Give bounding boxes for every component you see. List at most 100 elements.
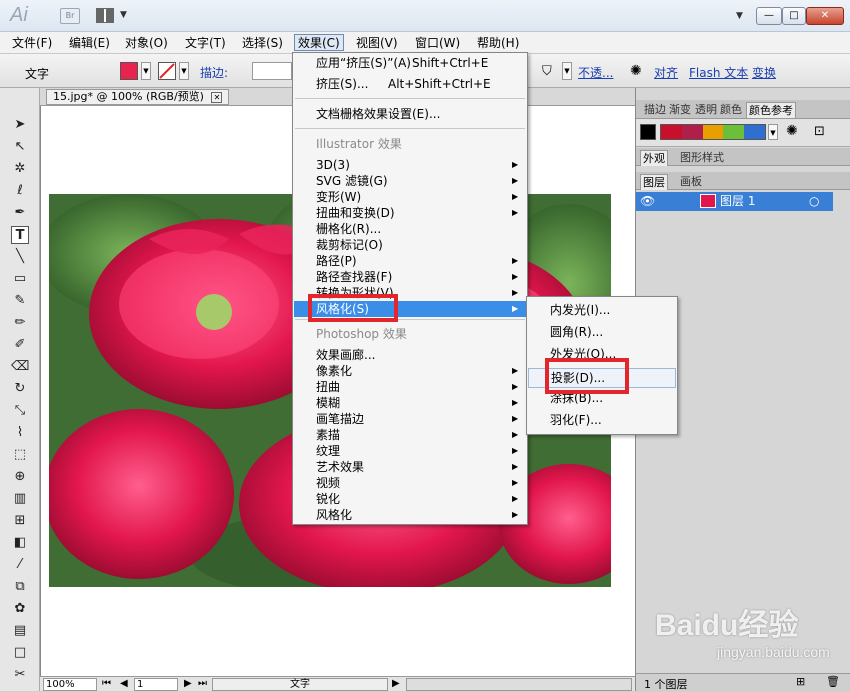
prev-page-icon[interactable]: ◀ [120, 678, 128, 689]
scale-tool-icon[interactable]: ⤡ [11, 402, 29, 420]
bridge-icon[interactable]: Br [60, 8, 80, 24]
page-field[interactable]: 1 [134, 678, 178, 691]
blend-tool-icon[interactable]: ⧉ [11, 578, 29, 596]
menu-photoshop-effect-7[interactable]: 艺术效果 ▶ [294, 459, 526, 475]
stroke-none-swatch[interactable] [158, 62, 176, 80]
close-icon[interactable]: ✕ [211, 92, 223, 103]
menu-edit[interactable]: 编辑(E) [66, 35, 113, 52]
menu-view[interactable]: 视图(V) [353, 35, 401, 52]
pen-tool-icon[interactable]: ✒ [11, 204, 29, 222]
zoom-field[interactable]: 100% [43, 678, 97, 691]
submenu-stylize-0[interactable]: 内发光(I)... [528, 302, 676, 318]
menu-illustrator-effect-0[interactable]: 3D(3) ▶ [294, 157, 526, 173]
tab-layers[interactable]: 图层 [640, 174, 668, 190]
stroke-weight-field[interactable] [252, 62, 292, 80]
menu-help[interactable]: 帮助(H) [474, 35, 522, 52]
menu-illustrator-effect-4[interactable]: 栅格化(R)... [294, 221, 526, 237]
color-guide-swatch[interactable] [681, 125, 703, 139]
horizontal-scrollbar[interactable] [406, 678, 632, 691]
color-guide-swatch[interactable] [702, 125, 724, 139]
color-guide-swatch[interactable] [661, 125, 682, 139]
menu-illustrator-effect-3[interactable]: 扭曲和变换(D) ▶ [294, 205, 526, 221]
tab-transparency[interactable]: 透明 [693, 102, 719, 118]
delete-layer-icon[interactable]: 🗑 [826, 675, 840, 688]
next-page-icon[interactable]: ▶ [184, 678, 192, 689]
menu-photoshop-effect-2[interactable]: 扭曲 ▶ [294, 379, 526, 395]
lasso-tool-icon[interactable]: ℓ [11, 182, 29, 200]
chevron-down-icon[interactable]: ▼ [120, 10, 127, 20]
tab-gradient[interactable]: 渐变 [667, 102, 693, 118]
layer-target-icon[interactable]: ○ [809, 192, 819, 210]
paintbrush-tool-icon[interactable]: ✎ [11, 292, 29, 310]
selection-tool-icon[interactable]: ➤ [11, 116, 29, 134]
recolor-artwork-icon[interactable]: ✺ [786, 123, 798, 139]
shape-builder-tool-icon[interactable]: ⊕ [11, 468, 29, 486]
last-page-icon[interactable]: ⏭ [198, 678, 207, 689]
base-color-swatch[interactable] [640, 124, 656, 140]
eraser-tool-icon[interactable]: ⌫ [11, 358, 29, 376]
color-guide-swatch[interactable] [723, 125, 745, 139]
chevron-down-icon[interactable]: ▼ [736, 11, 743, 21]
flash-text-link[interactable]: Flash 文本 [689, 64, 748, 81]
menu-window[interactable]: 窗口(W) [412, 35, 463, 52]
close-button[interactable]: ✕ [806, 7, 844, 25]
menu-photoshop-effect-0[interactable]: 效果画廊... [294, 347, 526, 363]
menu-illustrator-effect-6[interactable]: 路径(P) ▶ [294, 253, 526, 269]
menu-photoshop-effect-1[interactable]: 像素化 ▶ [294, 363, 526, 379]
recolor-icon[interactable]: ✺ [630, 63, 642, 79]
rotate-tool-icon[interactable]: ↻ [11, 380, 29, 398]
status-menu-icon[interactable]: ▶ [392, 678, 400, 689]
layer-name[interactable]: 图层 1 [720, 192, 755, 210]
align-link[interactable]: 对齐 [654, 64, 678, 81]
artboard-tool-icon[interactable]: □ [11, 644, 29, 662]
menu-illustrator-effect-1[interactable]: SVG 滤镜(G) ▶ [294, 173, 526, 189]
menu-apply-last-effect[interactable]: 应用“挤压(S)”(A) Shift+Ctrl+E [294, 55, 526, 71]
menu-photoshop-effect-9[interactable]: 锐化 ▶ [294, 491, 526, 507]
menu-last-effect[interactable]: 挤压(S)... Alt+Shift+Ctrl+E [294, 76, 526, 92]
tab-stroke[interactable]: 描边 [642, 102, 668, 118]
pencil-tool-icon[interactable]: ✏ [11, 314, 29, 332]
save-swatches-icon[interactable]: ⊡ [814, 124, 825, 139]
menu-photoshop-effect-5[interactable]: 素描 ▶ [294, 427, 526, 443]
blob-brush-tool-icon[interactable]: ✐ [11, 336, 29, 354]
tab-graphic-styles[interactable]: 图形样式 [678, 150, 726, 166]
tab-color[interactable]: 颜色 [718, 102, 744, 118]
type-tool-icon[interactable]: T [11, 226, 29, 244]
document-tab[interactable]: 15.jpg* @ 100% (RGB/预览) ✕ [46, 89, 230, 105]
layer-row[interactable]: 👁 图层 1 ○ [636, 192, 833, 211]
eye-icon[interactable]: 👁 [640, 192, 655, 210]
stroke-label[interactable]: 描边: [200, 64, 228, 81]
menu-illustrator-effect-2[interactable]: 变形(W) ▶ [294, 189, 526, 205]
menu-effect[interactable]: 效果(C) [294, 34, 344, 51]
tab-color-guide[interactable]: 颜色参考 [746, 102, 796, 118]
symbol-sprayer-tool-icon[interactable]: ✿ [11, 600, 29, 618]
stroke-dropdown[interactable]: ▼ [179, 62, 189, 80]
new-layer-icon[interactable]: ⊞ [796, 675, 805, 688]
fill-color-swatch[interactable] [120, 62, 138, 80]
graph-tool-icon[interactable]: ▥ [11, 490, 29, 508]
arrange-documents-icon[interactable] [96, 8, 114, 23]
magic-wand-tool-icon[interactable]: ✲ [11, 160, 29, 178]
fill-dropdown[interactable]: ▼ [141, 62, 151, 80]
transform-link[interactable]: 变换 [752, 64, 776, 81]
tab-appearance[interactable]: 外观 [640, 150, 668, 166]
menu-type[interactable]: 文字(T) [182, 35, 229, 52]
color-guide-swatch[interactable] [744, 125, 765, 139]
menu-file[interactable]: 文件(F) [9, 35, 55, 52]
maximize-button[interactable]: □ [782, 7, 806, 25]
menu-illustrator-effect-7[interactable]: 路径查找器(F) ▶ [294, 269, 526, 285]
tab-artboards[interactable]: 画板 [678, 174, 704, 190]
mesh-tool-icon[interactable]: ⊞ [11, 512, 29, 530]
eyedropper-tool-icon[interactable]: ⁄ [11, 556, 29, 574]
opacity-link[interactable]: 不透... [578, 64, 613, 81]
status-mode-field[interactable]: 文字 [212, 678, 388, 691]
line-tool-icon[interactable]: ╲ [11, 248, 29, 266]
menu-illustrator-effect-5[interactable]: 裁剪标记(O) [294, 237, 526, 253]
menu-photoshop-effect-4[interactable]: 画笔描边 ▶ [294, 411, 526, 427]
free-transform-tool-icon[interactable]: ⬚ [11, 446, 29, 464]
harmony-dropdown[interactable]: ▼ [768, 124, 778, 140]
warp-tool-icon[interactable]: ⌇ [11, 424, 29, 442]
menu-photoshop-effect-6[interactable]: 纹理 ▶ [294, 443, 526, 459]
menu-photoshop-effect-10[interactable]: 风格化 ▶ [294, 507, 526, 523]
menu-select[interactable]: 选择(S) [239, 35, 286, 52]
